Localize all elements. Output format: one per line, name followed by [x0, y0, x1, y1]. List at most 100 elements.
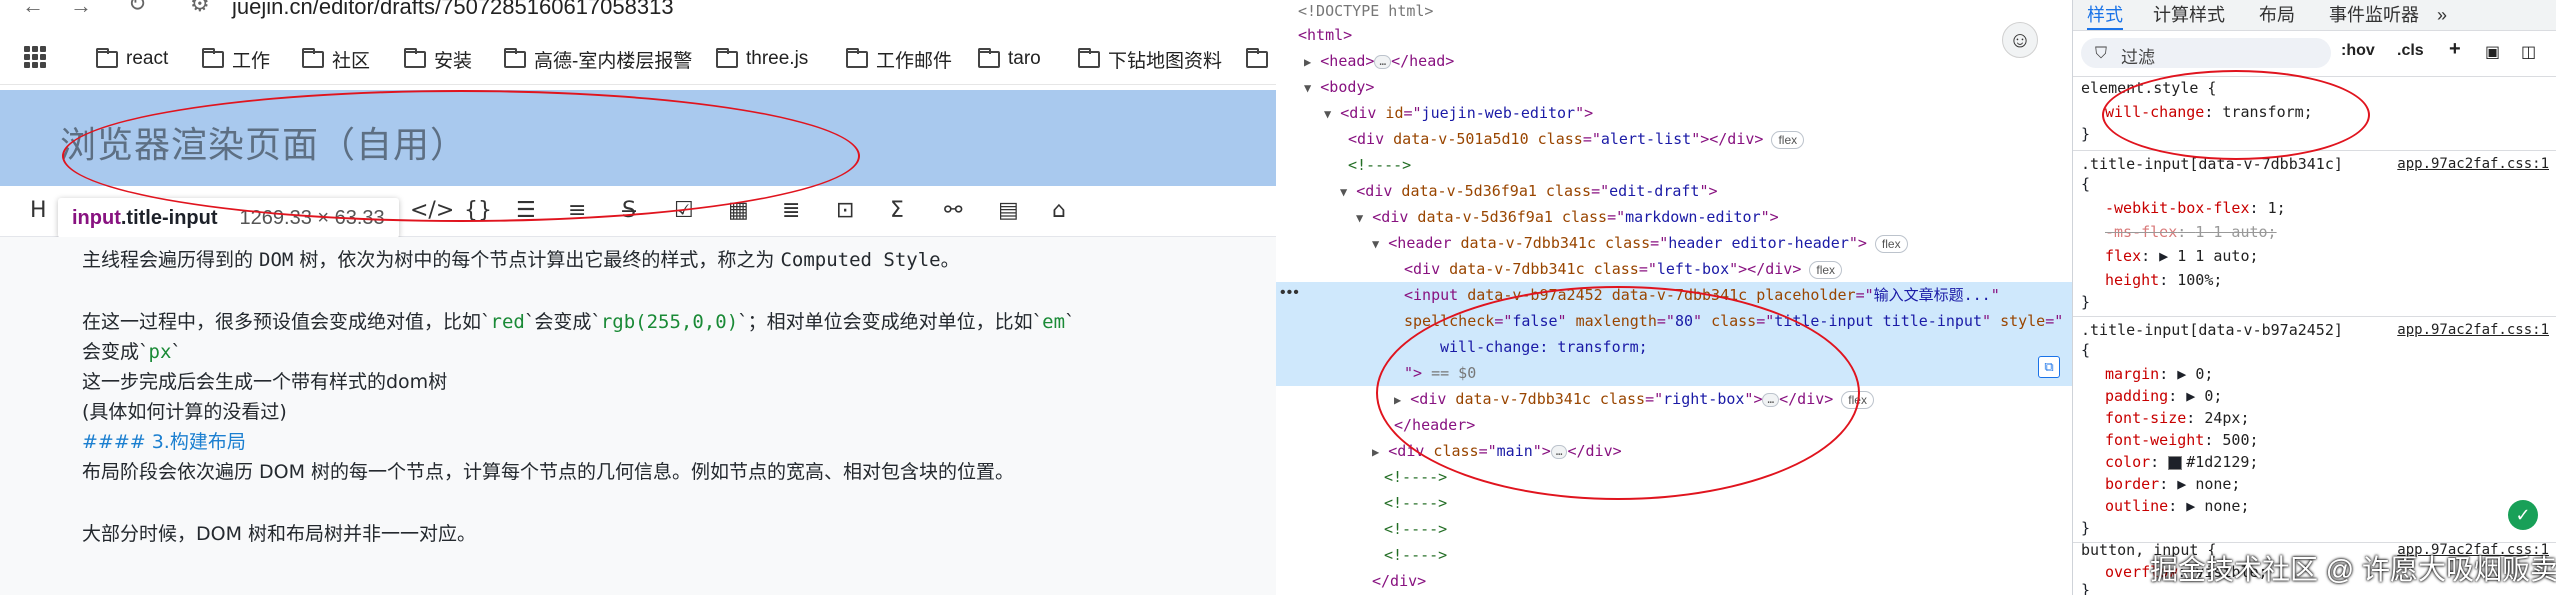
rule2-decl[interactable]: border: ▶ none; [2073, 474, 2556, 494]
grid-icon[interactable]: ▤ [998, 198, 1019, 224]
tree-node-title-input-style[interactable]: will-change: transform; [1276, 334, 2072, 360]
bookmark-work[interactable]: 工作 [202, 44, 270, 74]
hov-toggle[interactable]: :hov [2341, 42, 2375, 60]
styles-filter-bar: ⛉ 过滤 :hov .cls + ▣ ◫ [2073, 32, 2556, 77]
image-icon[interactable]: ⊡ [836, 198, 854, 224]
element-style-decl[interactable]: will-change: transform; [2073, 102, 2556, 122]
editor-line: (具体如何计算的没看过) [82, 401, 287, 423]
tooltip-size: 1269.33 × 63.33 [239, 206, 385, 229]
tab-event-listeners[interactable]: 事件监听器 [2329, 2, 2419, 28]
editor-line: 主线程会遍历得到的 DOM 树，依次为树中的每个节点计算出它最终的样式，称之为 … [82, 249, 960, 271]
tree-node-edit-draft[interactable]: ▼ <div data-v-5d36f9a1 class="edit-draft… [1276, 178, 2072, 204]
copy-icon[interactable]: ⧉ [2038, 356, 2060, 378]
bulleted-list-icon[interactable]: ☰ [516, 198, 536, 224]
article-title: 浏览器渲染页面（自用） [60, 124, 468, 165]
tree-node-main[interactable]: ▶ <div class="main">… </div> [1276, 438, 2072, 464]
tree-node-comment[interactable]: <!----> [1276, 542, 2072, 568]
cls-toggle[interactable]: .cls [2397, 42, 2424, 60]
shield-check-icon[interactable]: ✓ [2508, 500, 2538, 530]
reload-icon[interactable]: ↻ [128, 0, 146, 15]
accessibility-icon[interactable]: ☺ [2002, 22, 2038, 58]
forward-icon[interactable]: → [70, 0, 92, 17]
apps-icon[interactable] [24, 46, 46, 68]
rule2-source-link[interactable]: app.97ac2faf.css:1 [2397, 320, 2549, 340]
rule2-decl[interactable]: outline: ▶ none; [2073, 496, 2556, 516]
filter-placeholder: 过滤 [2121, 48, 2155, 67]
rule1-source-link[interactable]: app.97ac2faf.css:1 [2397, 154, 2549, 174]
tree-node-head[interactable]: ▶ <head>… </head> [1276, 48, 2072, 74]
editor-line: 在这一过程中，很多预设值会变成绝对值，比如`red`会变成`rgb(255,0,… [82, 311, 1075, 333]
tree-node-alert-list[interactable]: <div data-v-501a5d10 class="alert-list">… [1276, 126, 2072, 152]
bookmark-threejs[interactable]: three.js [716, 44, 808, 74]
editor-heading-line: #### 3.构建布局 [82, 431, 246, 453]
tree-node-web-editor[interactable]: ▼ <div id="juejin-web-editor"> [1276, 100, 2072, 126]
tree-node-title-input-selected[interactable]: <input data-v-b97a2452 data-v-7dbb341c p… [1276, 282, 2072, 308]
rule2-decl[interactable]: font-weight: 500; [2073, 430, 2556, 450]
bookmark-community[interactable]: 社区 [302, 44, 370, 74]
rule2-decl[interactable]: padding: ▶ 0; [2073, 386, 2556, 406]
tree-node-title-input-attrs[interactable]: spellcheck="false" maxlength="80" class=… [1276, 308, 2072, 334]
bookmark-amap[interactable]: 高德-室内楼层报警 [504, 44, 692, 74]
bookmark-map-data[interactable]: 下钻地图资料 [1078, 44, 1222, 74]
more-options-icon[interactable]: ••• [1280, 284, 1300, 302]
tree-node-editor-header[interactable]: ▼ <header data-v-7dbb341c class="header … [1276, 230, 2072, 256]
tree-node-html[interactable]: <html> [1276, 22, 2072, 48]
tooltip-class: .title-input [120, 206, 218, 229]
table-icon[interactable]: ▦ [728, 198, 749, 224]
tree-node-doctype[interactable]: <!DOCTYPE html> [1276, 0, 2072, 24]
tree-node-comment[interactable]: <!----> [1276, 152, 2072, 178]
bookmarks-bar: react 工作 社区 安装 高德-室内楼层报警 three.js 工作邮件 t… [0, 34, 1276, 85]
rule1-decl[interactable]: -webkit-box-flex: 1; [2073, 198, 2556, 218]
bookmark-more[interactable] [1246, 44, 1276, 74]
tree-node-comment[interactable]: <!----> [1276, 464, 2072, 490]
tab-computed[interactable]: 计算样式 [2153, 2, 2225, 28]
tree-node-right-box[interactable]: ▶ <div data-v-7dbb341c class="right-box"… [1276, 386, 2072, 412]
tree-node-div-close[interactable]: </div> [1276, 568, 2072, 594]
rule2-selector: .title-input[data-v-b97a2452] app.97ac2fa… [2081, 320, 2549, 340]
tree-node-markdown-editor[interactable]: ▼ <div data-v-5d36f9a1 class="markdown-e… [1276, 204, 2072, 230]
url-text[interactable]: juejin.cn/editor/drafts/7507285160617058… [232, 0, 674, 20]
numbered-list-icon[interactable]: ≡ [568, 198, 586, 224]
styles-pane: 样式 计算样式 布局 事件监听器 » ⛉ 过滤 :hov .cls + ▣ ◫ … [2072, 0, 2556, 595]
tree-node-comment[interactable]: <!----> [1276, 490, 2072, 516]
bookmark-mail[interactable]: 工作邮件 [846, 44, 952, 74]
link-icon[interactable]: </> [410, 198, 454, 224]
task-list-icon[interactable]: ☑ [674, 198, 694, 224]
back-icon[interactable]: ← [22, 0, 44, 17]
editor-line: 布局阶段会依次遍历 DOM 树的每一个节点，计算每个节点的几何信息。例如节点的宽… [82, 461, 1015, 483]
rule1-decl-overridden[interactable]: -ms-flex: 1 1 auto; [2073, 222, 2556, 242]
tree-node-left-box[interactable]: <div data-v-7dbb341c class="left-box"></… [1276, 256, 2072, 282]
paint-icon[interactable]: ▣ [2485, 42, 2500, 62]
tree-node-body[interactable]: ▼ <body> [1276, 74, 2072, 100]
tab-styles[interactable]: 样式 [2087, 2, 2123, 30]
code-block-icon[interactable]: {} [464, 198, 492, 224]
folder-icon [1246, 47, 1268, 68]
add-rule-icon[interactable]: + [2449, 38, 2461, 61]
align-icon[interactable]: ≣ [782, 198, 800, 224]
rule1-decl[interactable]: flex: ▶ 1 1 auto; [2073, 246, 2556, 266]
site-info-icon[interactable]: ⚙ [190, 0, 210, 15]
bookmark-react[interactable]: react [96, 44, 168, 74]
bookmark-install[interactable]: 安装 [404, 44, 472, 74]
heading-icon[interactable]: H [30, 198, 47, 224]
tree-node-header-close[interactable]: </header> [1276, 412, 2072, 438]
bookmark-taro[interactable]: taro [978, 44, 1041, 74]
color-swatch[interactable] [2168, 455, 2183, 470]
lock-icon[interactable]: ⌂ [1052, 198, 1066, 224]
rule2-decl[interactable]: font-size: 24px; [2073, 408, 2556, 428]
tab-layout[interactable]: 布局 [2259, 2, 2295, 28]
strikethrough-icon[interactable]: S̶ [622, 198, 636, 224]
folder-icon [1078, 47, 1100, 68]
filter-input[interactable]: ⛉ 过滤 [2081, 38, 2331, 68]
formula-icon[interactable]: Σ [890, 198, 904, 224]
title-input[interactable]: 浏览器渲染页面（自用） [0, 90, 1276, 186]
tree-node-comment[interactable]: <!----> [1276, 516, 2072, 542]
tree-node-title-input-end[interactable]: "> == $0 [1276, 360, 2072, 386]
markdown-editor-body[interactable]: 主线程会遍历得到的 DOM 树，依次为树中的每个节点计算出它最终的样式，称之为 … [0, 237, 1276, 595]
rule2-decl[interactable]: color: #1d2129; [2073, 452, 2556, 472]
sidebar-toggle-icon[interactable]: ◫ [2521, 42, 2536, 62]
rule1-decl[interactable]: height: 100%; [2073, 270, 2556, 290]
rule2-decl[interactable]: margin: ▶ 0; [2073, 364, 2556, 384]
more-tabs-icon[interactable]: » [2437, 2, 2447, 28]
diagram-icon[interactable]: ⚯ [944, 198, 962, 224]
